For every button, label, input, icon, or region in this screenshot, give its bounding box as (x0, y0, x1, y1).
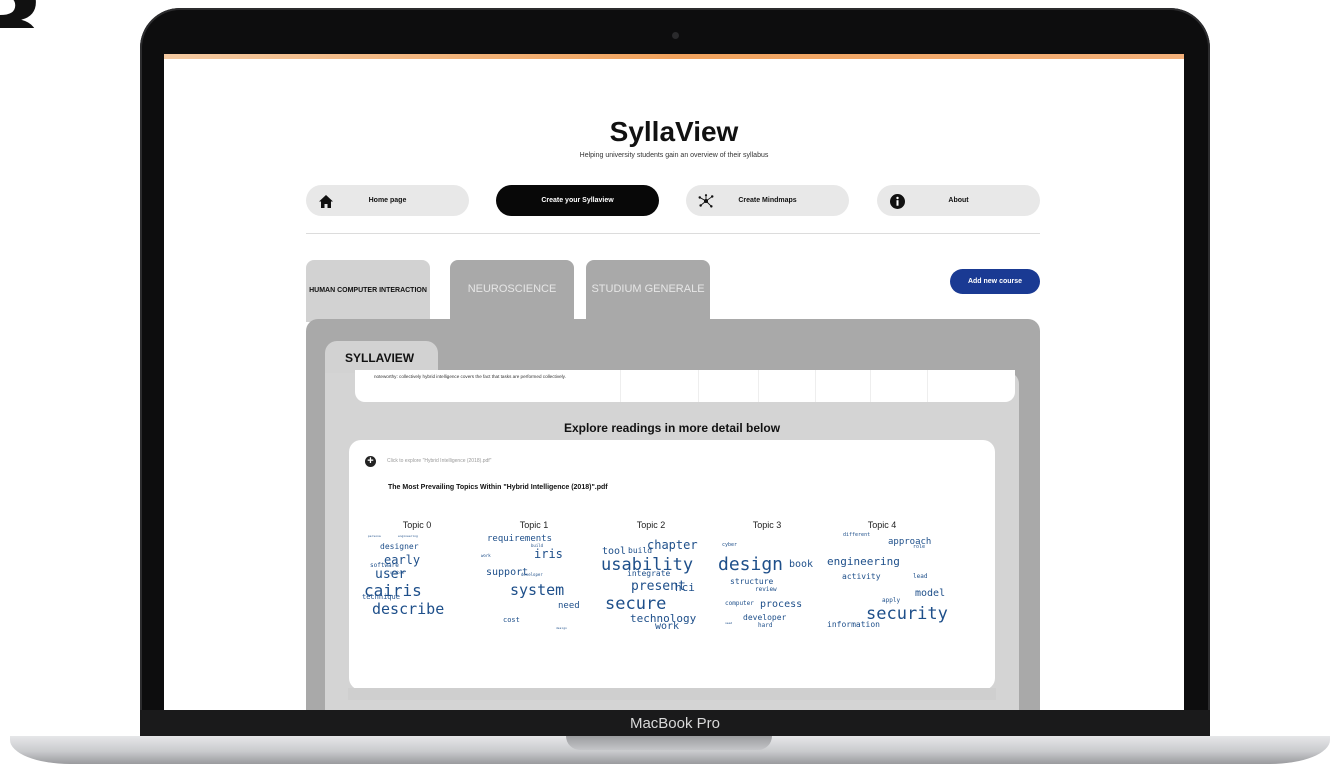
topic-word: need (558, 601, 580, 611)
topic-word: need (725, 621, 733, 625)
tab-syllaview[interactable]: SYLLAVIEW (325, 341, 438, 373)
create-mindmaps-button[interactable]: Create Mindmaps (686, 185, 849, 216)
topic-word: different (843, 532, 871, 538)
topic-word: cost (503, 616, 520, 624)
topic-word: persona (368, 534, 381, 538)
laptop-chin: MacBook Pro (140, 710, 1210, 738)
header-divider (306, 233, 1040, 234)
create-syllaview-label: Create your Syllaview (541, 197, 614, 204)
topic-word: work (655, 621, 680, 632)
topic-word: design (556, 626, 567, 630)
create-syllaview-button[interactable]: Create your Syllaview (496, 185, 659, 216)
tab-studium-generale[interactable]: STUDIUM GENERALE (586, 260, 710, 320)
topic-word: integrate (627, 569, 671, 578)
device-label: MacBook Pro (629, 715, 721, 732)
topic-title: Topic 4 (867, 520, 897, 530)
topic-word: design (718, 554, 784, 575)
topic-word: designer (380, 542, 419, 551)
topic-word: developer (521, 572, 543, 577)
app-subtitle: Helping university students gain an over… (579, 152, 769, 159)
add-new-course-button[interactable]: Add new course (950, 269, 1040, 294)
topic-word: model (915, 588, 946, 599)
column-divider (815, 370, 816, 402)
info-icon (889, 193, 905, 209)
topic-word: hard (758, 622, 773, 629)
plus-circle-icon[interactable]: + (365, 456, 376, 467)
camera-icon (672, 32, 679, 39)
column-divider (620, 370, 621, 402)
home-page-button[interactable]: Home page (306, 185, 469, 216)
topic-word: structure (730, 577, 774, 586)
column-divider (870, 370, 871, 402)
reading-summary-card: noteworthy: collectively hybrid intellig… (355, 370, 1015, 402)
topic-word: apply (882, 597, 901, 604)
laptop-screen: SyllaView Helping university students ga… (164, 54, 1184, 710)
top-accent-bar (164, 54, 1184, 59)
topic-word: iris (534, 547, 563, 561)
explore-heading: Explore readings in more detail below (563, 421, 781, 435)
topic-title: Topic 3 (752, 520, 782, 530)
topic-title: Topic 0 (402, 520, 432, 530)
topic-word: information (827, 620, 880, 629)
topic-cloud: Topic 0 persona engineering designer early so… (362, 520, 472, 650)
topic-word: process (760, 599, 803, 610)
topic-word: role (913, 544, 926, 550)
app-title: SyllaView (609, 116, 739, 147)
topic-word: hci (675, 581, 695, 594)
topic-cloud: Topic 3 cyber design book structure review com… (712, 520, 822, 650)
topic-title: Topic 2 (636, 520, 666, 530)
about-button[interactable]: About (877, 185, 1040, 216)
topics-card: + Click to explore "Hybrid Intelligence … (349, 440, 995, 690)
topic-word: chapter (647, 538, 698, 552)
topic-word: system (510, 581, 565, 599)
topic-word: lead (913, 573, 928, 580)
topic-word: usable (390, 570, 405, 575)
laptop-notch (566, 736, 772, 750)
topic-word: secure (605, 594, 667, 614)
topic-word: computer (725, 600, 754, 607)
topics-heading: The Most Prevailing Topics Within "Hybri… (388, 484, 608, 491)
home-icon (318, 193, 334, 209)
topic-cloud: Topic 2 tool build chapter usability integrat… (596, 520, 706, 650)
tab-human-computer-interaction[interactable]: HUMAN COMPUTER INTERACTION (306, 260, 430, 322)
tab-neuroscience[interactable]: NEUROSCIENCE (450, 260, 574, 320)
topic-word: review (755, 586, 777, 593)
step-number-badge: 3 (0, 0, 70, 28)
topic-word: engineering (398, 534, 418, 538)
topic-word: work (481, 553, 491, 558)
column-divider (698, 370, 699, 402)
reading-excerpt: noteworthy: collectively hybrid intellig… (374, 374, 566, 379)
column-divider (758, 370, 759, 402)
topic-cloud: Topic 1 requirements build iris work support d… (479, 520, 589, 650)
topic-cloud: Topic 4 different approach role engineering a… (827, 520, 948, 650)
topic-word: book (789, 559, 814, 570)
topic-word: describe (372, 600, 445, 618)
topic-word: developer (743, 613, 787, 622)
topic-word: activity (842, 572, 881, 581)
column-divider (927, 370, 928, 402)
explore-reading-link[interactable]: Click to explore "Hybrid Intelligence (2… (387, 458, 491, 464)
network-icon (698, 193, 714, 209)
topic-word: cyber (722, 542, 738, 548)
topic-word: engineering (827, 555, 900, 568)
card-bottom-strip (348, 688, 996, 700)
topic-title: Topic 1 (519, 520, 549, 530)
